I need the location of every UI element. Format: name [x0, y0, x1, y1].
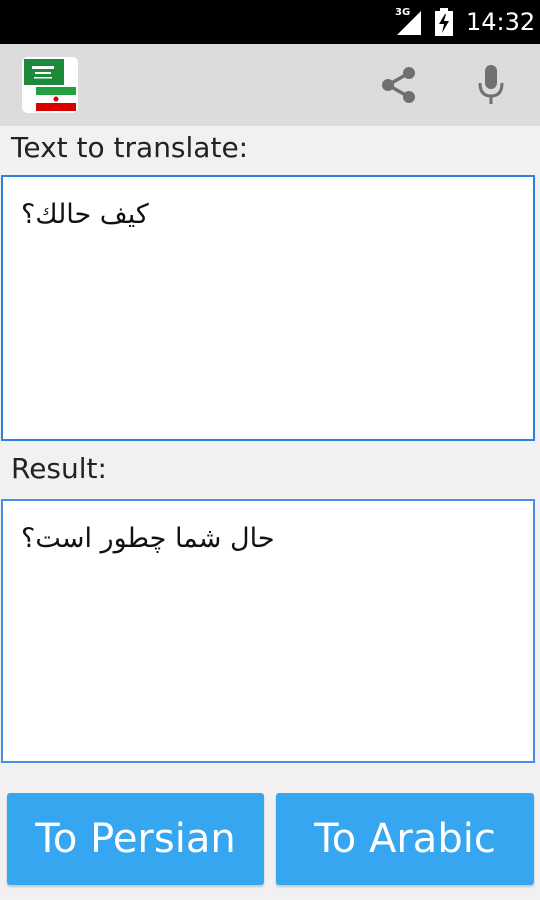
clock: 14:32	[466, 8, 536, 36]
to-arabic-button[interactable]: To Arabic	[276, 793, 534, 885]
signal-icon	[397, 11, 421, 35]
share-icon	[382, 67, 415, 103]
saudi-iran-flags-icon[interactable]	[22, 57, 78, 113]
input-text: كيف حالك؟	[21, 199, 149, 230]
microphone-icon	[478, 65, 504, 104]
microphone-button[interactable]	[464, 58, 518, 112]
share-button[interactable]	[372, 58, 426, 112]
input-label: Text to translate:	[11, 131, 249, 164]
action-bar	[0, 44, 540, 126]
result-text: حال شما چطور است؟	[21, 523, 275, 554]
result-label: Result:	[11, 452, 107, 485]
battery-charging-icon	[435, 8, 453, 36]
translate-input[interactable]: كيف حالك؟	[1, 175, 535, 441]
status-bar: 3G 14:32	[0, 0, 540, 44]
to-persian-button[interactable]: To Persian	[7, 793, 264, 885]
screen: 3G 14:32 Text to translate: كيف حالك؟ Re…	[0, 0, 540, 900]
result-output[interactable]: حال شما چطور است؟	[1, 499, 535, 763]
